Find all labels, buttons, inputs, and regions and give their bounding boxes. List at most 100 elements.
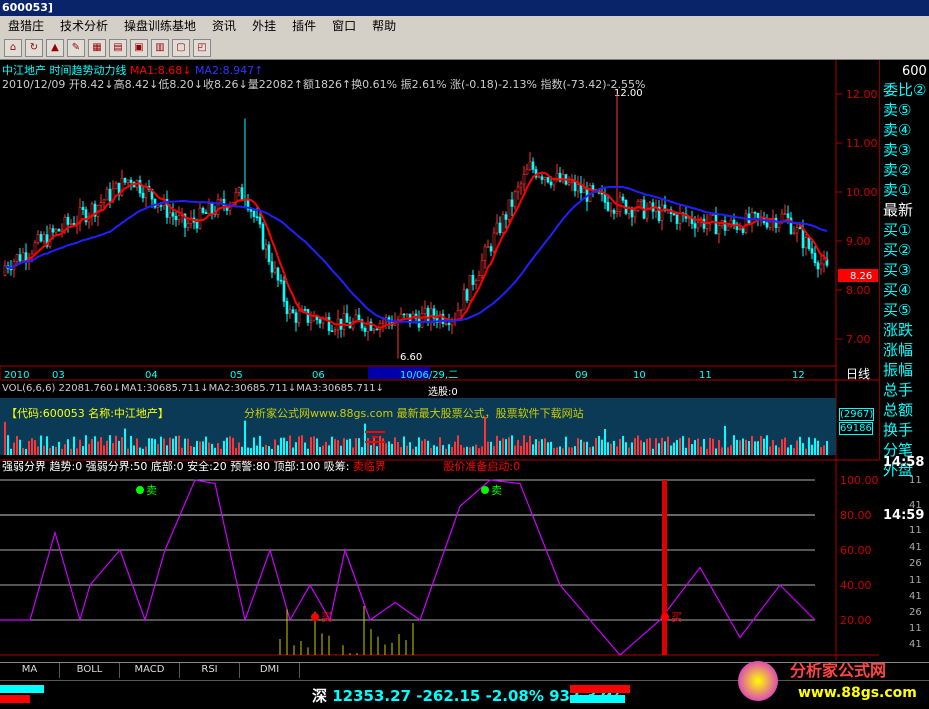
menu-bar: 盘猎庄 技术分析 操盘训练基地 资讯 外挂 插件 窗口 帮助 [0,16,929,36]
candle [114,182,118,190]
candle [375,328,379,331]
vol-bar [130,435,132,455]
menu-5[interactable]: 插件 [284,16,324,36]
vol-bar [97,441,99,455]
vol-bar [280,437,282,455]
candle [627,208,631,214]
signal-label: 卖 [146,484,157,497]
vol-bar [100,437,102,455]
index-change: -262.15 [416,687,481,705]
chart-area[interactable]: 12.00 11.00 10.00 9.00 8.00 7.00 2010 03 04 05 06 1… [0,60,929,680]
vol-bar [421,440,423,455]
candle [186,223,190,228]
candle [249,209,253,212]
chart-icon[interactable]: ◰ [193,38,211,57]
candle [609,209,613,212]
vol-bar [748,440,750,455]
tick-time: 14:58 [883,455,925,470]
vol-bar [157,444,159,455]
menu-3[interactable]: 资讯 [204,16,244,36]
vol-bar [760,435,762,455]
vol-bar [508,437,510,455]
candle [99,202,103,206]
menu-6[interactable]: 窗口 [324,16,364,36]
candle [21,252,25,262]
vol-bar [91,438,93,455]
vol-bar [466,446,468,455]
vol-bar [511,435,513,455]
vol-bar [436,446,438,455]
vol-bar [259,435,261,455]
vol-bar [22,447,24,455]
candle [744,213,748,233]
vol-bar [163,438,165,455]
status-bar-right [570,685,630,693]
vol-bar [406,445,408,455]
home-icon[interactable]: ⌂ [4,38,22,57]
candle [168,212,172,218]
tab-dmi[interactable]: DMI [240,663,300,678]
minute-icon[interactable]: ▣ [130,38,148,57]
menu-4[interactable]: 外挂 [244,16,284,36]
vol-bar [763,438,765,455]
tab-rsi[interactable]: RSI [180,663,240,678]
vol-bar [655,438,657,455]
vol-bar [235,448,237,455]
vol-bar [367,437,369,455]
candle [42,234,46,242]
tab-boll[interactable]: BOLL [60,663,120,678]
vol-info: VOL(6,6,6) 22081.760↓MA1:30685.711↓MA2:3… [2,383,384,394]
vol-bar [76,448,78,455]
vol-bar [727,447,729,455]
vol-bar [151,438,153,455]
menu-1[interactable]: 技术分析 [52,16,116,36]
candle [357,314,361,321]
vol-bar [214,447,216,455]
candle [621,196,625,201]
candle [696,222,700,229]
vol-bar [28,440,30,455]
status-bar-left-red [0,695,30,703]
quote-label: 买③ [883,261,912,279]
tick-times: 14:58 11 41 14:59 11 41 26 11 41 26 11 41 [879,445,929,655]
menu-0[interactable]: 盘猎庄 [0,16,52,36]
vol-bar [220,448,222,455]
vol-bar [13,442,15,455]
alert-icon[interactable]: ▲ [46,38,64,57]
vol-bar [274,439,276,455]
vol-bar [454,441,456,455]
candle [258,216,262,225]
candle [528,161,532,171]
candle [465,289,469,301]
candle [531,161,535,170]
vol-bar [328,445,330,455]
vol-bar [784,437,786,455]
vol-bar [682,436,684,455]
vol-bar [106,440,108,455]
ind-info-row: 强弱分界 趋势:0 强弱分界:50 底部:0 安全:20 预警:80 顶部:10… [2,458,520,474]
vol-bar [376,446,378,455]
vol-bar [502,438,504,455]
vol-bar [187,438,189,455]
month-label: 03 [52,370,65,381]
candle [543,177,547,180]
layout-icon[interactable]: ▤ [109,38,127,57]
tab-ma[interactable]: MA [0,663,60,678]
vol-bar [55,446,57,455]
vol-bar [346,439,348,455]
vol-bar [205,436,207,455]
vol-bar [673,442,675,455]
tab-macd[interactable]: MACD [120,663,180,678]
vol-bar [334,439,336,455]
news-icon[interactable]: ▢ [172,38,190,57]
candle [492,232,496,252]
grid-icon[interactable]: ▦ [88,38,106,57]
vol-bar [448,444,450,455]
draw-icon[interactable]: ✎ [67,38,85,57]
menu-7[interactable]: 帮助 [364,16,404,36]
candle [288,309,292,315]
vol-bar [811,444,813,455]
refresh-icon[interactable]: ↻ [25,38,43,57]
kline-icon[interactable]: ▥ [151,38,169,57]
menu-2[interactable]: 操盘训练基地 [116,16,204,36]
